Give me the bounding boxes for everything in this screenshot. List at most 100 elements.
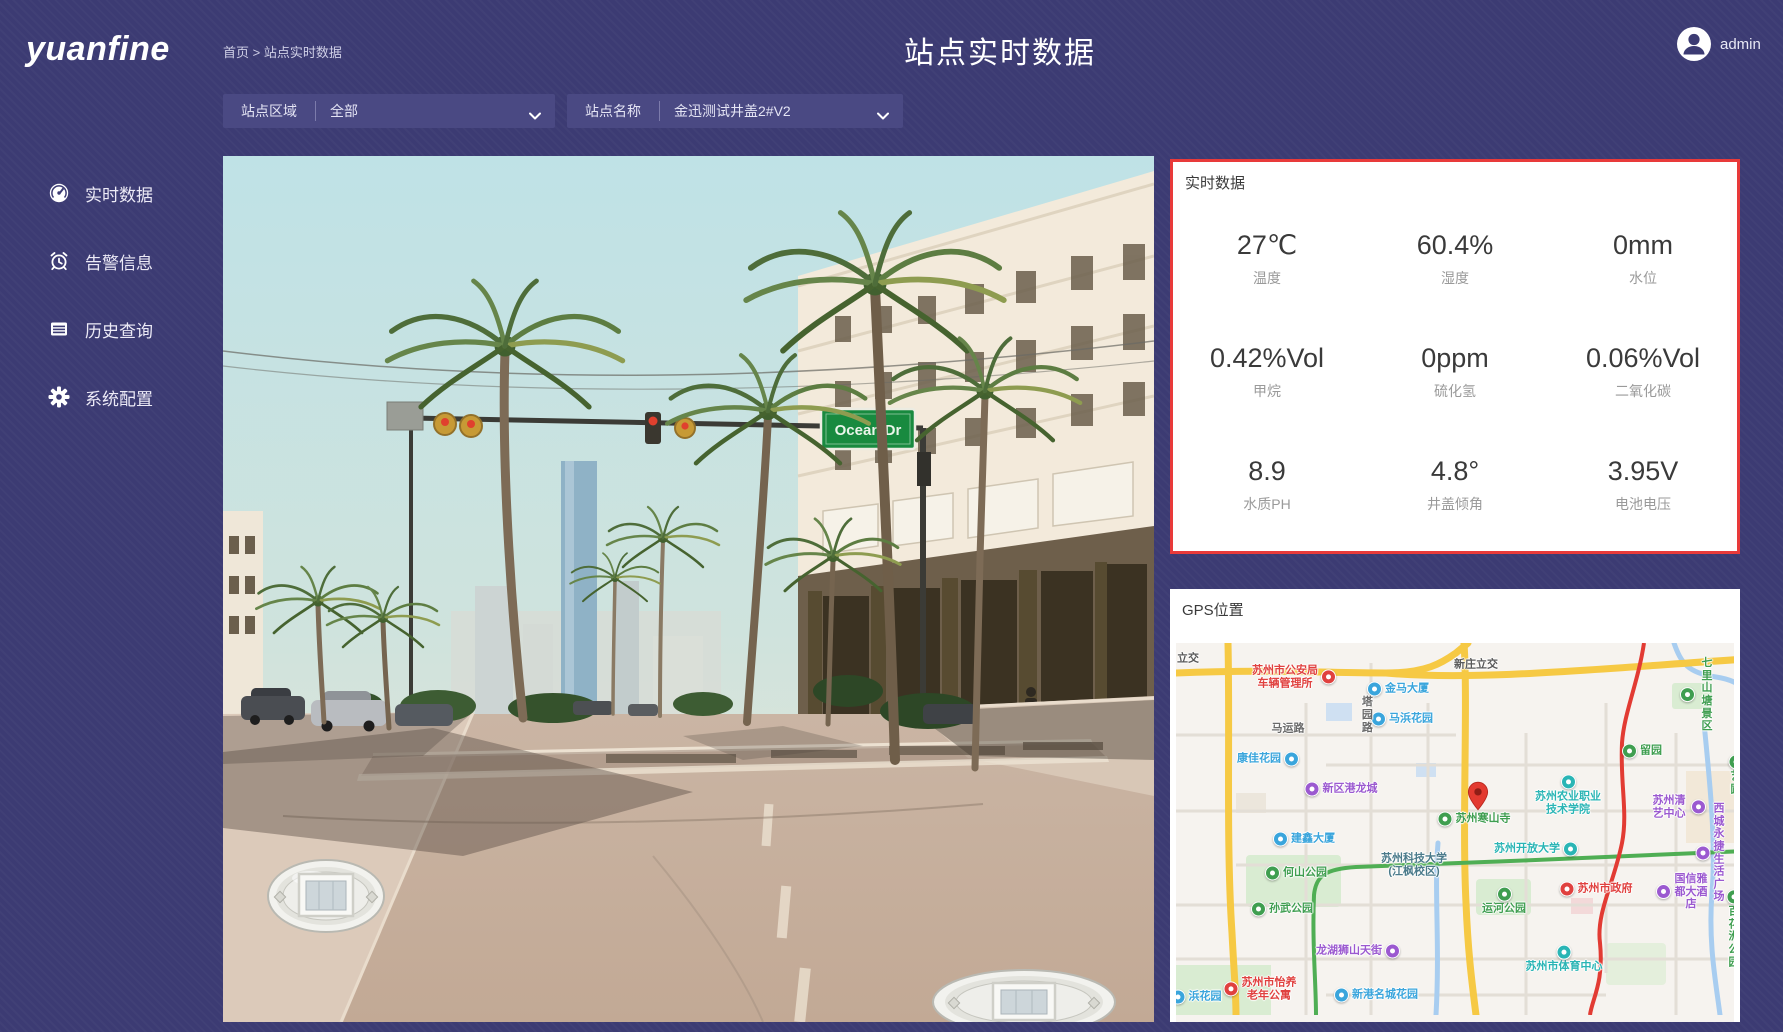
map-poi: 马运路	[1272, 723, 1305, 736]
map-poi-label: 金马大厦	[1385, 683, 1429, 696]
map-poi: 金马大厦	[1367, 682, 1429, 697]
map-poi-label: 艺圃	[1729, 770, 1735, 795]
map-poi-icon	[1334, 988, 1349, 1003]
map-poi-label: 建鑫大厦	[1291, 833, 1335, 846]
map-poi: 七里山塘景区	[1680, 657, 1716, 733]
metric-value: 60.4%	[1417, 230, 1494, 261]
map-poi-icon	[1305, 782, 1320, 797]
metric-methane: 0.42%Vol甲烷	[1173, 315, 1361, 428]
map-poi-icon	[1727, 889, 1735, 904]
history-icon	[48, 318, 70, 340]
metric-co2: 0.06%Vol二氧化碳	[1549, 315, 1737, 428]
metric-value: 0.06%Vol	[1586, 343, 1700, 374]
sidebar-item-label: 实时数据	[85, 181, 153, 206]
site-select-label: 站点名称	[567, 101, 659, 121]
filter-row: 站点区域 全部 站点名称 金迅测试井盖2#V2	[223, 94, 903, 128]
map-poi-icon	[1371, 712, 1386, 727]
map-poi-label: 留园	[1640, 745, 1662, 758]
metric-label: 水位	[1629, 268, 1657, 288]
map-poi-icon	[1385, 944, 1400, 959]
map-poi: 苏州开放大学	[1494, 842, 1578, 857]
metric-label: 温度	[1253, 268, 1281, 288]
gauge-icon	[48, 182, 70, 204]
side-sign	[917, 452, 931, 486]
page-title: 站点实时数据	[560, 28, 1440, 72]
map-poi: 何山公园	[1265, 866, 1327, 881]
chevron-down-icon	[877, 107, 889, 115]
map-poi-label: 苏州寒山寺	[1456, 813, 1511, 826]
map-poi-icon	[1622, 744, 1637, 759]
metric-value: 4.8°	[1431, 456, 1479, 487]
sign-back	[387, 402, 423, 430]
map-poi-label: 苏州开放大学	[1494, 843, 1560, 856]
user-avatar-icon	[1676, 26, 1712, 62]
map-poi: 浜花园	[1176, 990, 1222, 1005]
sidebar-item-label: 告警信息	[85, 249, 153, 274]
brand-logo: yuanfine	[26, 30, 170, 69]
sidebar-item-history-query[interactable]: 历史查询	[0, 314, 196, 344]
sidebar-item-system-config[interactable]: 系统配置	[0, 382, 196, 412]
metric-value: 0ppm	[1421, 343, 1489, 374]
map-poi-label: 苏州市公安局 车辆管理所	[1252, 664, 1318, 689]
manhole-cover	[268, 860, 384, 932]
map-poi: 苏州市怡养 老年公寓	[1224, 976, 1297, 1001]
user-menu[interactable]: admin	[1676, 26, 1761, 62]
sidebar-item-realtime-data[interactable]: 实时数据	[0, 178, 196, 208]
map-poi-label: 康佳花园	[1237, 753, 1281, 766]
map-poi: 艺圃	[1729, 754, 1735, 795]
map-poi: 苏州市体育中心	[1526, 945, 1603, 974]
map-poi-label: 苏州农业职业 技术学院	[1535, 790, 1601, 815]
map-poi-icon	[1176, 990, 1186, 1005]
map-poi: 孙武公园	[1251, 902, 1313, 917]
map-poi-label: 孙武公园	[1269, 903, 1313, 916]
map-poi-label: 立交	[1177, 653, 1199, 666]
map-poi: 马浜花园	[1371, 712, 1433, 727]
map-poi-label: 苏州清艺中心	[1650, 794, 1688, 819]
alarm-icon	[48, 250, 70, 272]
sidebar-item-alarm-info[interactable]: 告警信息	[0, 246, 196, 276]
gps-map[interactable]: 立交苏州市公安局 车辆管理所 新庄立交 七里山塘景区 金马大厦马浜花园马运路 塔园路康佳…	[1176, 643, 1734, 1022]
map-poi-icon	[1561, 774, 1576, 789]
region-select-label: 站点区域	[223, 101, 315, 121]
metric-value: 3.95V	[1608, 456, 1679, 487]
left-building	[223, 511, 263, 716]
map-poi: 康佳花园	[1237, 752, 1299, 767]
map-poi-label: 新港名城花园	[1352, 989, 1418, 1002]
gps-panel-title: GPS位置	[1182, 599, 1244, 620]
map-poi: 苏州科技大学 (江枫校区)	[1381, 852, 1447, 877]
map-poi-label: 苏州市怡养 老年公寓	[1242, 976, 1297, 1001]
map-poi-label: 塔园路	[1360, 696, 1373, 735]
map-poi-label: 龙湖狮山天街	[1316, 945, 1382, 958]
map-poi: 建鑫大厦	[1273, 832, 1335, 847]
breadcrumb: 首页 > 站点实时数据	[223, 42, 342, 61]
metric-humidity: 60.4%湿度	[1361, 202, 1549, 315]
sidebar: 实时数据 告警信息 历史查询 系统配置	[0, 178, 196, 450]
map-poi-label: 何山公园	[1283, 867, 1327, 880]
gps-panel: GPS位置	[1170, 589, 1740, 1022]
sidebar-item-label: 系统配置	[85, 385, 153, 410]
map-poi-icon	[1696, 846, 1711, 861]
map-poi-icon	[1680, 688, 1695, 703]
map-poi: 运河公园	[1482, 887, 1526, 916]
map-poi-label: 苏州科技大学 (江枫校区)	[1381, 852, 1447, 877]
map-poi-label: 苏州市政府	[1578, 883, 1633, 896]
metric-label: 甲烷	[1253, 381, 1281, 401]
map-poi-icon	[1224, 982, 1239, 997]
map-poi-label: 马浜花园	[1389, 713, 1433, 726]
metric-cover-tilt: 4.8° 井盖倾角	[1361, 428, 1549, 541]
site-photo: Ocean Dr	[223, 156, 1154, 1022]
map-poi-icon	[1367, 682, 1382, 697]
map-poi-icon	[1497, 887, 1512, 902]
map-poi-icon	[1560, 882, 1575, 897]
map-poi: 龙湖狮山天街	[1316, 944, 1400, 959]
region-select[interactable]: 站点区域 全部	[223, 94, 555, 128]
map-poi-icon	[1438, 812, 1453, 827]
map-poi-label: 运河公园	[1482, 903, 1526, 916]
map-base	[1176, 643, 1734, 1015]
site-select[interactable]: 站点名称 金迅测试井盖2#V2	[567, 94, 903, 128]
map-poi-label: 新区港龙城	[1323, 783, 1378, 796]
map-poi-label: 浜花园	[1189, 991, 1222, 1004]
map-poi-label: 新庄立交	[1454, 659, 1498, 672]
realtime-panel-title: 实时数据	[1185, 172, 1245, 193]
metric-label: 井盖倾角	[1427, 494, 1483, 514]
